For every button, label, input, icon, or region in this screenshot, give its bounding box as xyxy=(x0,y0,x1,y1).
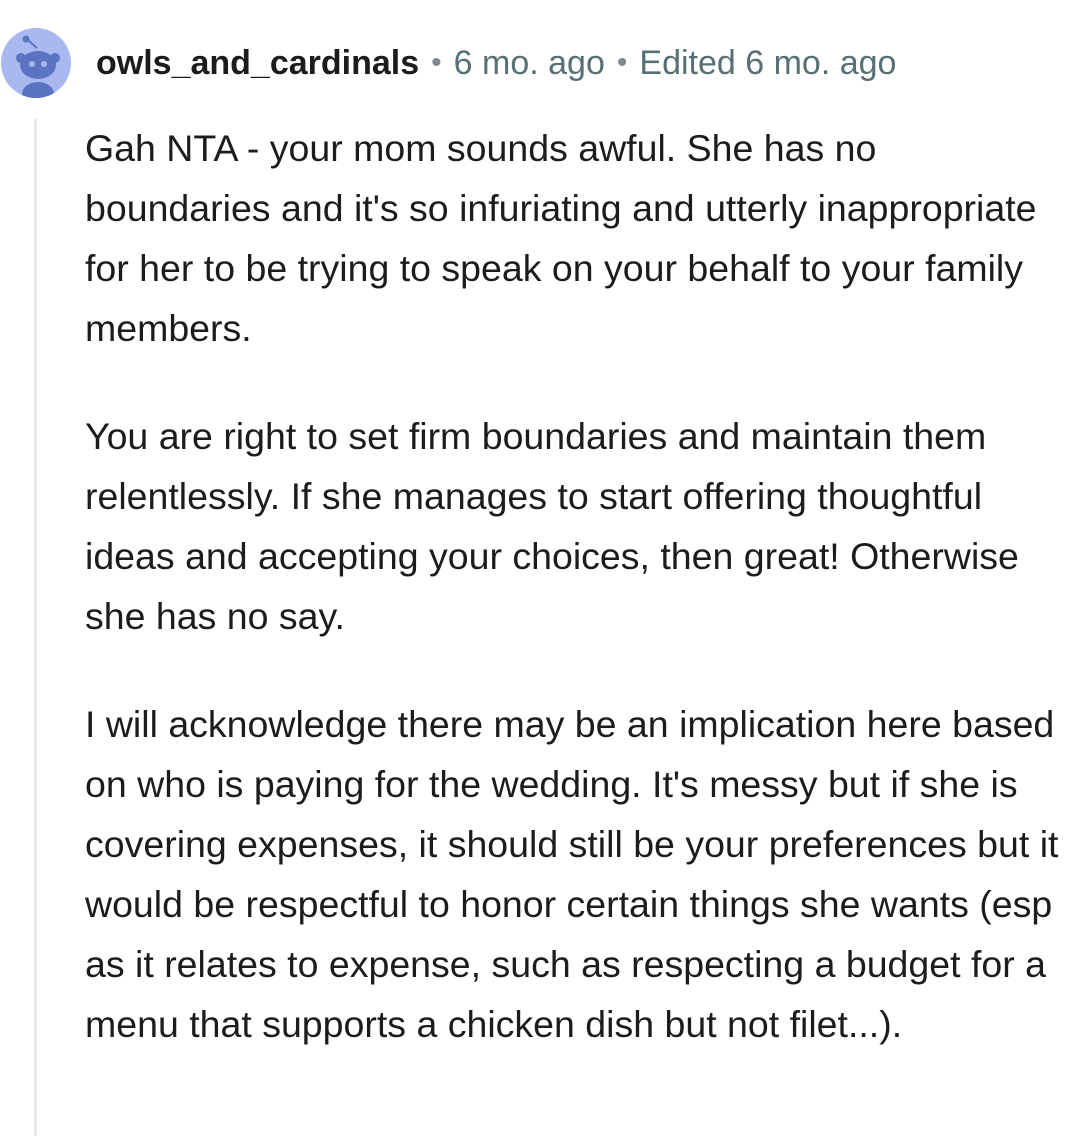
comment-header: owls_and_cardinals • 6 mo. ago • Edited … xyxy=(96,40,896,86)
user-avatar[interactable] xyxy=(1,28,71,98)
separator-dot: • xyxy=(616,46,628,79)
comment-body: Gah NTA - your mom sounds awful. She has… xyxy=(85,118,1070,1102)
comment-timestamp: 6 mo. ago xyxy=(453,43,605,82)
comment-paragraph: You are right to set firm boundaries and… xyxy=(85,415,1019,637)
thread-line[interactable] xyxy=(34,118,37,1136)
username-link[interactable]: owls_and_cardinals xyxy=(96,44,419,83)
edited-label: Edited 6 mo. ago xyxy=(639,43,897,82)
snoo-avatar-icon xyxy=(16,35,60,98)
comment-paragraph: Gah NTA - your mom sounds awful. She has… xyxy=(85,127,1037,349)
comment-paragraph: I will acknowledge there may be an impli… xyxy=(85,703,1059,1045)
separator-dot: • xyxy=(431,46,442,79)
